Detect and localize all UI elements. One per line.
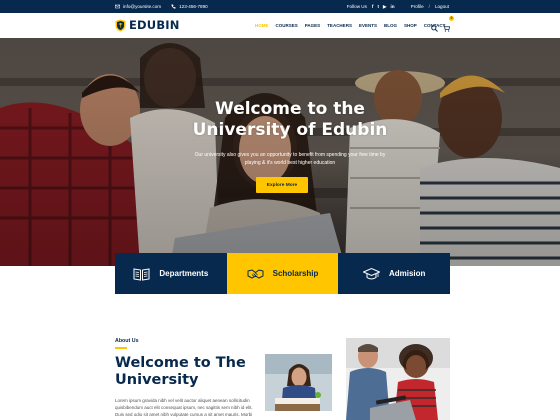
feature-admision[interactable]: Admision <box>338 253 451 294</box>
logo[interactable]: EDUBIN <box>115 18 180 32</box>
feature-label: Departments <box>159 269 209 278</box>
twitter-icon[interactable]: t <box>377 4 379 9</box>
about-image-teacher-student <box>346 338 450 420</box>
nav-item-blog[interactable]: BLOG <box>384 23 397 28</box>
nav-item-pages[interactable]: PAGES <box>305 23 320 28</box>
about-text: Lorem ipsum gravida nibh vel velit aucto… <box>115 398 253 417</box>
about-title-line2: University <box>115 372 199 388</box>
phone-icon <box>171 4 176 9</box>
top-bar: info@yoursite.com 123-456-7890 Follow Us… <box>0 0 560 13</box>
handshake-icon <box>247 268 264 279</box>
topbar-right: Follow Us f t ▶ in Profile / Logout <box>347 0 449 13</box>
logo-text: EDUBIN <box>129 18 180 32</box>
hero-subtitle-line2: playing & it's world best higher educati… <box>244 160 336 166</box>
nav-item-events[interactable]: EVENTS <box>359 23 377 28</box>
email-icon <box>115 4 120 9</box>
book-icon <box>133 267 150 281</box>
cart-button[interactable]: 0 <box>443 16 454 37</box>
hero-subtitle: Our university also gives you an opportu… <box>182 151 398 167</box>
about-divider <box>115 347 127 349</box>
hero-banner: Welcome to the University of Edubin Our … <box>0 38 560 266</box>
phone-item[interactable]: 123-456-7890 <box>171 4 208 9</box>
phone-text: 123-456-7890 <box>179 4 208 9</box>
email-text: info@yoursite.com <box>123 4 162 9</box>
email-item[interactable]: info@yoursite.com <box>115 4 161 9</box>
header-icons: 0 <box>431 16 454 37</box>
about-image-student-reading <box>265 354 332 411</box>
explore-more-button[interactable]: Explore More <box>256 177 308 193</box>
cart-icon <box>443 25 451 32</box>
about-title: Welcome to The University <box>115 355 275 389</box>
main-nav: HOME COURSES PAGES TEACHERS EVENTS BLOG … <box>255 13 445 38</box>
about-label: About Us <box>115 338 139 344</box>
linkedin-icon[interactable]: in <box>391 4 395 9</box>
cart-count-badge: 0 <box>449 16 454 21</box>
hero-subtitle-line1: Our university also gives you an opportu… <box>194 152 386 158</box>
profile-link[interactable]: Profile <box>411 4 424 9</box>
follow-label: Follow Us <box>346 4 367 9</box>
facebook-icon[interactable]: f <box>372 4 374 9</box>
feature-label: Admision <box>388 269 426 278</box>
feature-boxes: Departments Scholarship Admision <box>115 253 451 294</box>
hero-title: Welcome to the University of Edubin <box>140 99 440 141</box>
nav-item-courses[interactable]: COURSES <box>276 23 298 28</box>
contact-info: info@yoursite.com 123-456-7890 <box>115 0 208 13</box>
hero-title-line2: University of Edubin <box>192 120 388 140</box>
graduation-cap-icon <box>362 267 380 279</box>
nav-item-shop[interactable]: SHOP <box>404 23 417 28</box>
logo-shield-icon <box>115 19 126 31</box>
separator: / <box>428 4 430 9</box>
social-links: f t ▶ in <box>372 4 395 10</box>
hero-title-line1: Welcome to the <box>215 99 365 119</box>
feature-departments[interactable]: Departments <box>115 253 227 294</box>
youtube-icon[interactable]: ▶ <box>383 4 387 10</box>
feature-scholarship[interactable]: Scholarship <box>226 253 339 294</box>
nav-item-home[interactable]: HOME <box>255 23 269 28</box>
nav-item-teachers[interactable]: TEACHERS <box>327 23 352 28</box>
logout-link[interactable]: Logout <box>435 4 449 9</box>
about-title-line1: Welcome to The <box>115 355 246 371</box>
search-icon[interactable] <box>431 24 438 32</box>
main-header: EDUBIN HOME COURSES PAGES TEACHERS EVENT… <box>0 13 560 38</box>
feature-label: Scholarship <box>272 269 319 278</box>
